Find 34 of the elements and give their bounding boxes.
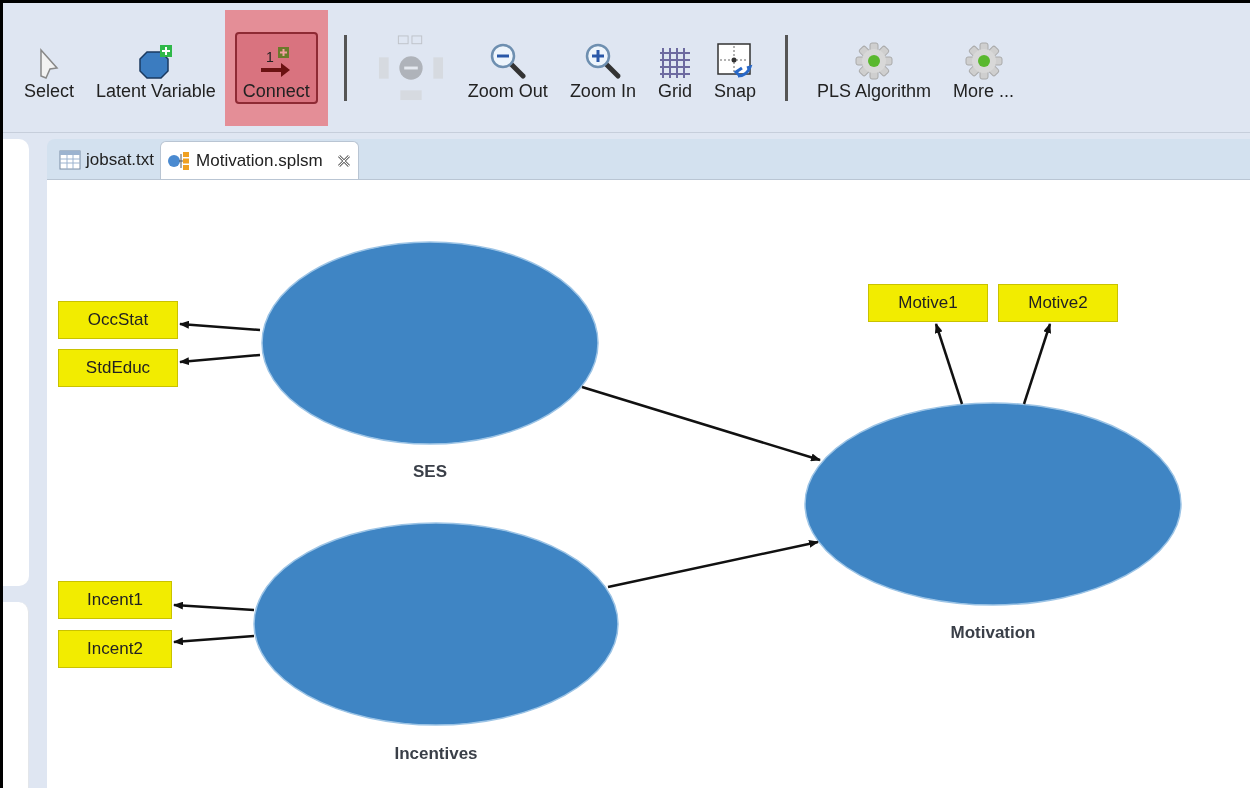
zoom-in-icon: [583, 41, 622, 80]
zoom-out-icon: [488, 41, 527, 80]
indicator-box[interactable]: Incent2: [58, 630, 172, 668]
pointer-icon: [38, 47, 60, 80]
latent-variable-label: Incentives: [394, 743, 478, 766]
toolbar-button[interactable]: Select: [16, 31, 83, 104]
toolbar-button[interactable]: Zoom Out: [459, 31, 556, 104]
latent-variable-label: SES: [413, 461, 447, 484]
tab-label: jobsat.txt: [86, 149, 155, 172]
model-file-icon: [167, 150, 192, 171]
indicator-box[interactable]: Incent1: [58, 581, 172, 619]
tab-label: Motivation.splsm: [196, 149, 323, 172]
indicator-box[interactable]: Motive2: [998, 284, 1118, 322]
latent-variable-label: Motivation: [950, 622, 1036, 645]
indicator-box[interactable]: OccStat: [58, 301, 178, 339]
toolbar-button[interactable]: Grid: [649, 31, 700, 104]
indicator-box[interactable]: Motive1: [868, 284, 988, 322]
toolbar-button[interactable]: More ...: [945, 31, 1023, 104]
grid-icon: [657, 45, 692, 80]
snap-icon: [715, 41, 754, 80]
toolbar-button[interactable]: Zoom In: [561, 31, 644, 104]
latent-variable-ellipse[interactable]: [253, 522, 619, 726]
editor-tab[interactable]: Motivation.splsm: [160, 141, 359, 179]
toolbar-button[interactable]: Latent Variable: [88, 31, 224, 104]
indicator-box[interactable]: StdEduc: [58, 349, 178, 387]
toolbar-button[interactable]: Snap: [705, 31, 764, 104]
latent-variable-ellipse[interactable]: [804, 402, 1182, 606]
gear-icon: [963, 41, 1004, 80]
latent-variable-ellipse[interactable]: [261, 241, 599, 445]
toolbar-button[interactable]: 1 Connect: [234, 31, 318, 104]
table-file-icon: [59, 149, 81, 171]
toolbar-button[interactable]: PLS Algorithm: [808, 31, 940, 104]
close-icon[interactable]: [335, 152, 352, 169]
latent-variable-icon: [136, 43, 175, 80]
